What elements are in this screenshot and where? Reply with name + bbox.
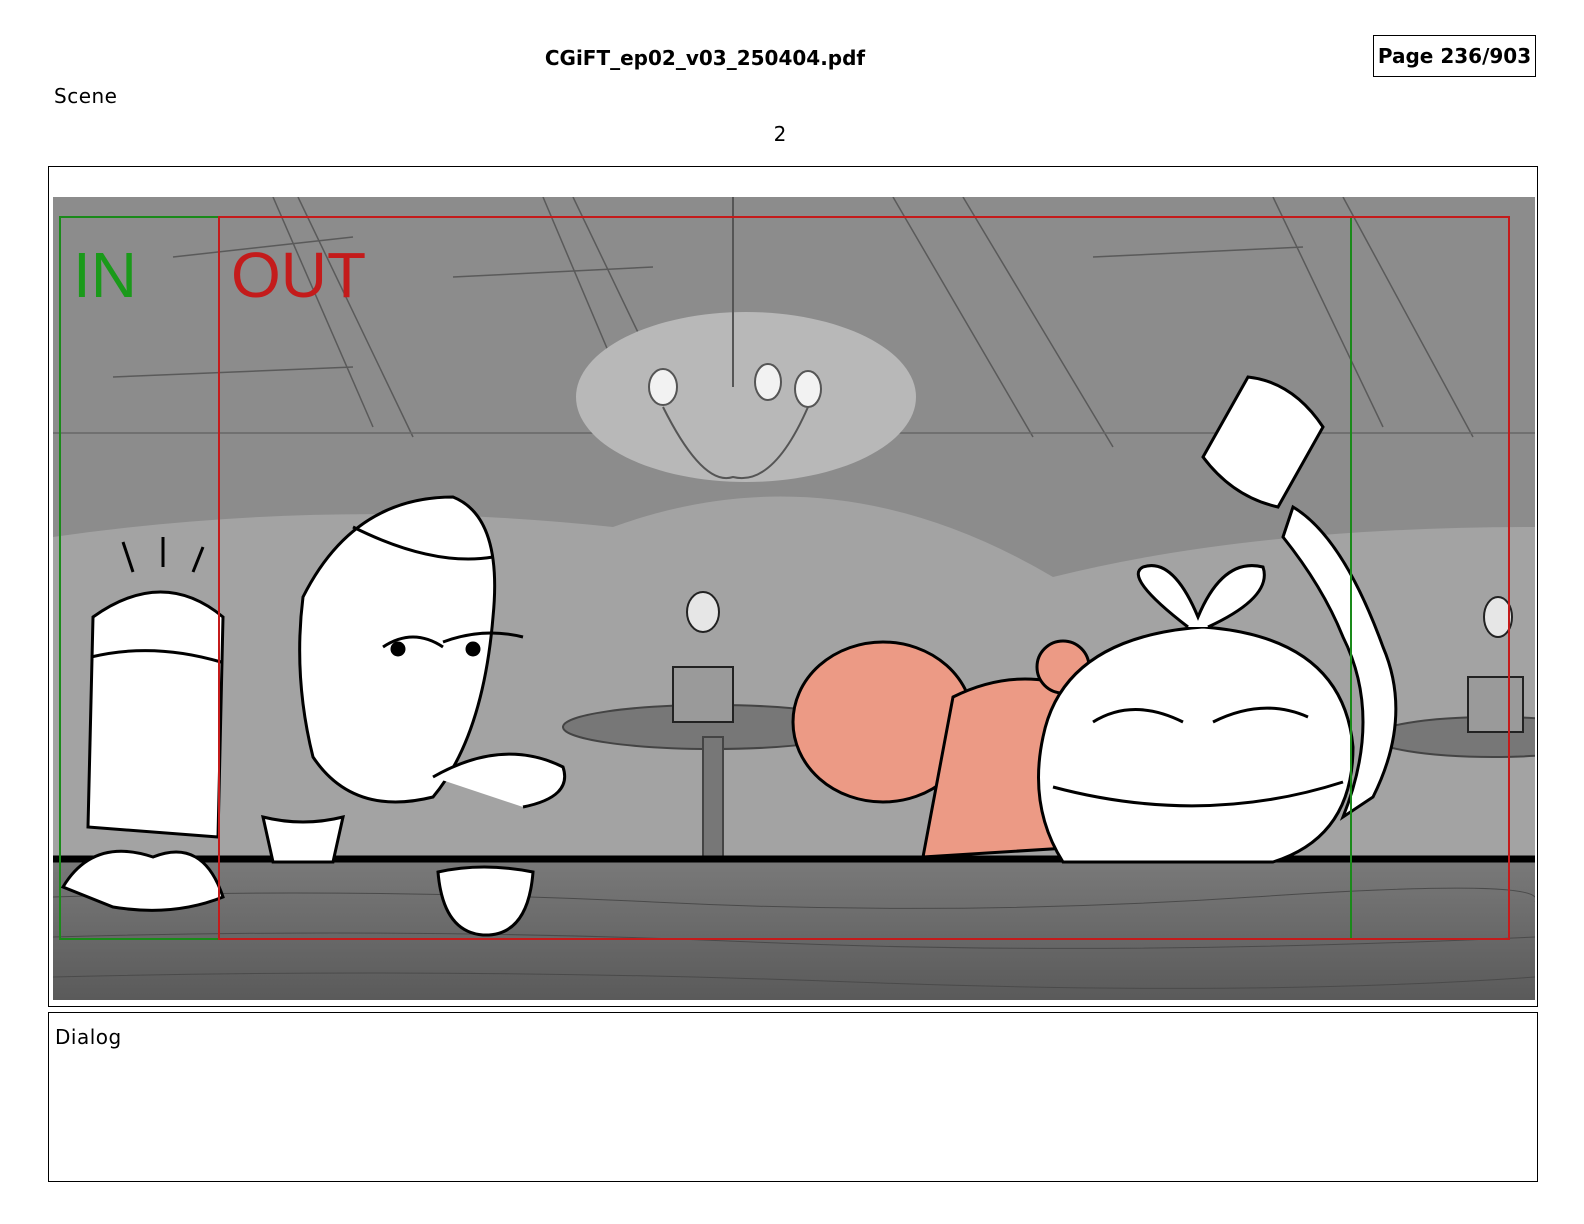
page-indicator: Page 236/903 bbox=[1373, 35, 1536, 77]
chandelier-glow bbox=[576, 312, 916, 482]
dialog-box: Dialog bbox=[48, 1012, 1538, 1182]
in-marker: IN bbox=[73, 239, 137, 311]
dialog-label: Dialog bbox=[55, 1025, 122, 1049]
storyboard-panel: IN OUT bbox=[48, 166, 1538, 1007]
storyboard-drawing: IN OUT bbox=[53, 197, 1535, 1000]
document-title: CGiFT_ep02_v03_250404.pdf bbox=[544, 46, 866, 70]
out-marker: OUT bbox=[231, 239, 366, 311]
scene-number: 2 bbox=[773, 122, 787, 146]
bar-counter bbox=[53, 857, 1535, 1000]
scene-label: Scene bbox=[54, 84, 118, 108]
